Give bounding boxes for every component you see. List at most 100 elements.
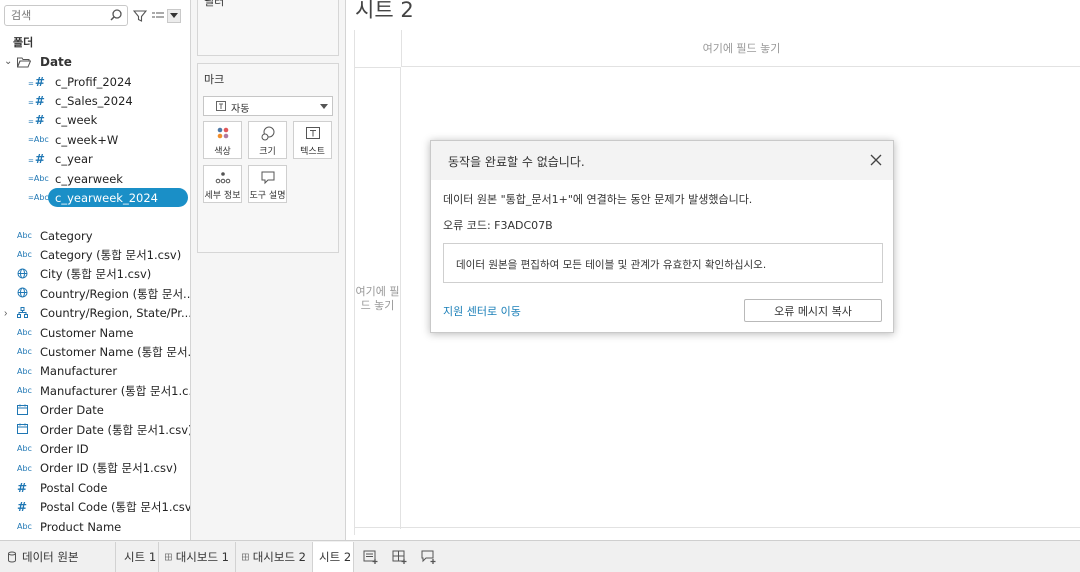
filter-icon[interactable] (133, 9, 147, 23)
list-view-icon[interactable] (151, 10, 165, 22)
folders-label: 폴더 (13, 36, 34, 49)
tab-dashboard-2[interactable]: 대시보드 2 (236, 542, 313, 572)
mark-color-button[interactable]: 색상 (203, 121, 242, 159)
field-name: Category (통합 문서1.csv) (40, 247, 182, 262)
field-item[interactable]: =Abc c_yearweek (0, 169, 190, 188)
mark-size-button[interactable]: 크기 (248, 121, 287, 159)
mark-type-value: 자동 (231, 104, 250, 115)
field-name: Manufacturer (40, 364, 118, 379)
chevron-down-icon (320, 104, 328, 109)
mark-tooltip-button[interactable]: 도구 설명 (248, 165, 287, 203)
search-icon[interactable] (109, 8, 123, 22)
mark-text-label: 텍스트 (300, 147, 325, 157)
field-item[interactable]: Country/Region (통합 문서... (0, 284, 190, 303)
field-type-icon: Abc (17, 386, 32, 395)
rows-drop-label: 여기에 필드 놓기 (355, 284, 400, 312)
hierarchy-icon (17, 306, 28, 318)
field-item[interactable]: Abc Product Name (0, 517, 190, 536)
field-item[interactable]: City (통합 문서1.csv) (0, 265, 190, 284)
new-worksheet-icon[interactable] (363, 549, 379, 565)
field-type-icon: =# (28, 152, 45, 167)
view-bottom-divider (355, 527, 1080, 528)
field-item[interactable]: # Postal Code (통합 문서1.csv) (0, 498, 191, 517)
calendar-icon (17, 404, 28, 415)
field-name: Postal Code (통합 문서1.csv) (40, 500, 191, 515)
field-item[interactable]: # Postal Code (0, 478, 190, 497)
expand-caret-icon[interactable]: › (4, 308, 7, 319)
dialog-header: 동작을 완료할 수 없습니다. (431, 141, 893, 180)
string-type-icon: Abc (17, 366, 32, 376)
string-type-icon: Abc (17, 522, 32, 531)
field-item[interactable]: Abc Customer Name (0, 323, 190, 342)
field-item[interactable]: =# c_Sales_2024 (0, 91, 190, 110)
field-item[interactable]: =# c_year (0, 150, 190, 169)
field-name: Order Date (통합 문서1.csv) (40, 422, 191, 437)
tab-dashboard-1[interactable]: 대시보드 1 (159, 542, 236, 572)
date-folder-label: Date (40, 55, 72, 69)
field-type-icon: # (17, 481, 27, 495)
field-name: c_year (55, 152, 93, 167)
dashboard-icon (242, 553, 249, 561)
tab-dashboard-2-label: 대시보드 2 (252, 550, 306, 564)
field-item[interactable]: =# c_week (0, 111, 190, 130)
sheet-title[interactable]: 시트 2 (355, 0, 414, 24)
shelves-pane: 필터 마크 자동 색상 크기 텍스트 세부 정보 도구 설명 (191, 0, 346, 540)
sheet-tab-bar: 데이터 원본 시트 1 대시보드 1 대시보드 2 시트 2 (0, 540, 1080, 572)
field-name: Order ID (40, 441, 89, 456)
new-dashboard-icon[interactable] (392, 549, 408, 565)
mark-detail-button[interactable]: 세부 정보 (203, 165, 242, 203)
field-name: Postal Code (40, 480, 108, 495)
search-input[interactable] (11, 9, 107, 22)
field-name: c_week+W (55, 132, 119, 147)
date-folder[interactable]: ⌄ Date (0, 53, 190, 72)
field-item[interactable]: Abc Category (통합 문서1.csv) (0, 245, 190, 264)
support-center-link[interactable]: 지원 센터로 이동 (443, 303, 521, 319)
field-item[interactable]: Order Date (0, 401, 190, 420)
text-icon (305, 127, 320, 139)
field-item[interactable]: Abc Manufacturer (0, 362, 190, 381)
dialog-detail-box: 데이터 원본을 편집하여 모든 테이블 및 관계가 유효한지 확인하십시오. (443, 243, 883, 283)
string-type-icon: Abc (17, 463, 32, 473)
tab-sheet-1[interactable]: 시트 1 (116, 542, 159, 572)
filters-card[interactable]: 필터 (197, 0, 339, 56)
field-item[interactable]: =# c_Profif_2024 (0, 72, 190, 91)
field-item[interactable]: Abc Customer Name (통합 문서... (0, 342, 190, 361)
field-type-icon: =Abc (28, 193, 49, 203)
field-item[interactable]: Order Date (통합 문서1.csv) (0, 420, 191, 439)
field-type-icon (17, 423, 28, 436)
collapse-caret-icon[interactable]: ⌄ (4, 56, 12, 67)
calendar-icon (17, 423, 28, 434)
field-type-icon: =# (28, 113, 45, 128)
field-item[interactable]: Abc Manufacturer (통합 문서1.c... (0, 381, 190, 400)
dialog-detail-text: 데이터 원본을 편집하여 모든 테이블 및 관계가 유효한지 확인하십시오. (456, 259, 767, 271)
string-type-icon: Abc (33, 193, 49, 203)
field-item[interactable]: Abc Order ID (0, 439, 190, 458)
view-options-dropdown[interactable] (167, 8, 181, 23)
field-item[interactable]: Abc Order ID (통합 문서1.csv) (0, 459, 190, 478)
tab-data-source[interactable]: 데이터 원본 (0, 542, 116, 572)
rows-drop-zone[interactable]: 여기에 필드 놓기 (355, 67, 401, 529)
number-type-icon: # (17, 480, 28, 495)
mark-type-select[interactable]: 자동 (203, 96, 333, 116)
string-type-icon: Abc (17, 231, 32, 240)
field-item[interactable]: › Country/Region, State/Pr... (0, 304, 190, 323)
copy-error-button[interactable]: 오류 메시지 복사 (744, 299, 882, 322)
field-name: Product Name (40, 519, 122, 534)
string-type-icon: Abc (17, 347, 32, 357)
dashboard-icon (165, 553, 172, 561)
close-icon[interactable] (869, 153, 883, 167)
search-box[interactable] (4, 5, 128, 26)
tab-sheet-2-label: 시트 2 (319, 550, 352, 564)
tab-sheet-2[interactable]: 시트 2 (313, 542, 354, 572)
columns-drop-zone[interactable]: 여기에 필드 놓기 (401, 30, 1080, 67)
mark-text-button[interactable]: 텍스트 (293, 121, 332, 159)
new-story-icon[interactable] (421, 549, 437, 565)
globe-icon (17, 287, 28, 298)
tab-dashboard-1-label: 대시보드 1 (175, 550, 229, 564)
field-item[interactable]: Abc Category (0, 226, 190, 245)
field-type-icon: =# (28, 74, 45, 89)
field-item-selected[interactable]: =Abc c_yearweek_2024 (0, 188, 190, 208)
chevron-down-icon (170, 13, 178, 18)
field-item[interactable]: =Abc c_week+W (0, 130, 190, 149)
field-name: c_Sales_2024 (55, 93, 133, 108)
